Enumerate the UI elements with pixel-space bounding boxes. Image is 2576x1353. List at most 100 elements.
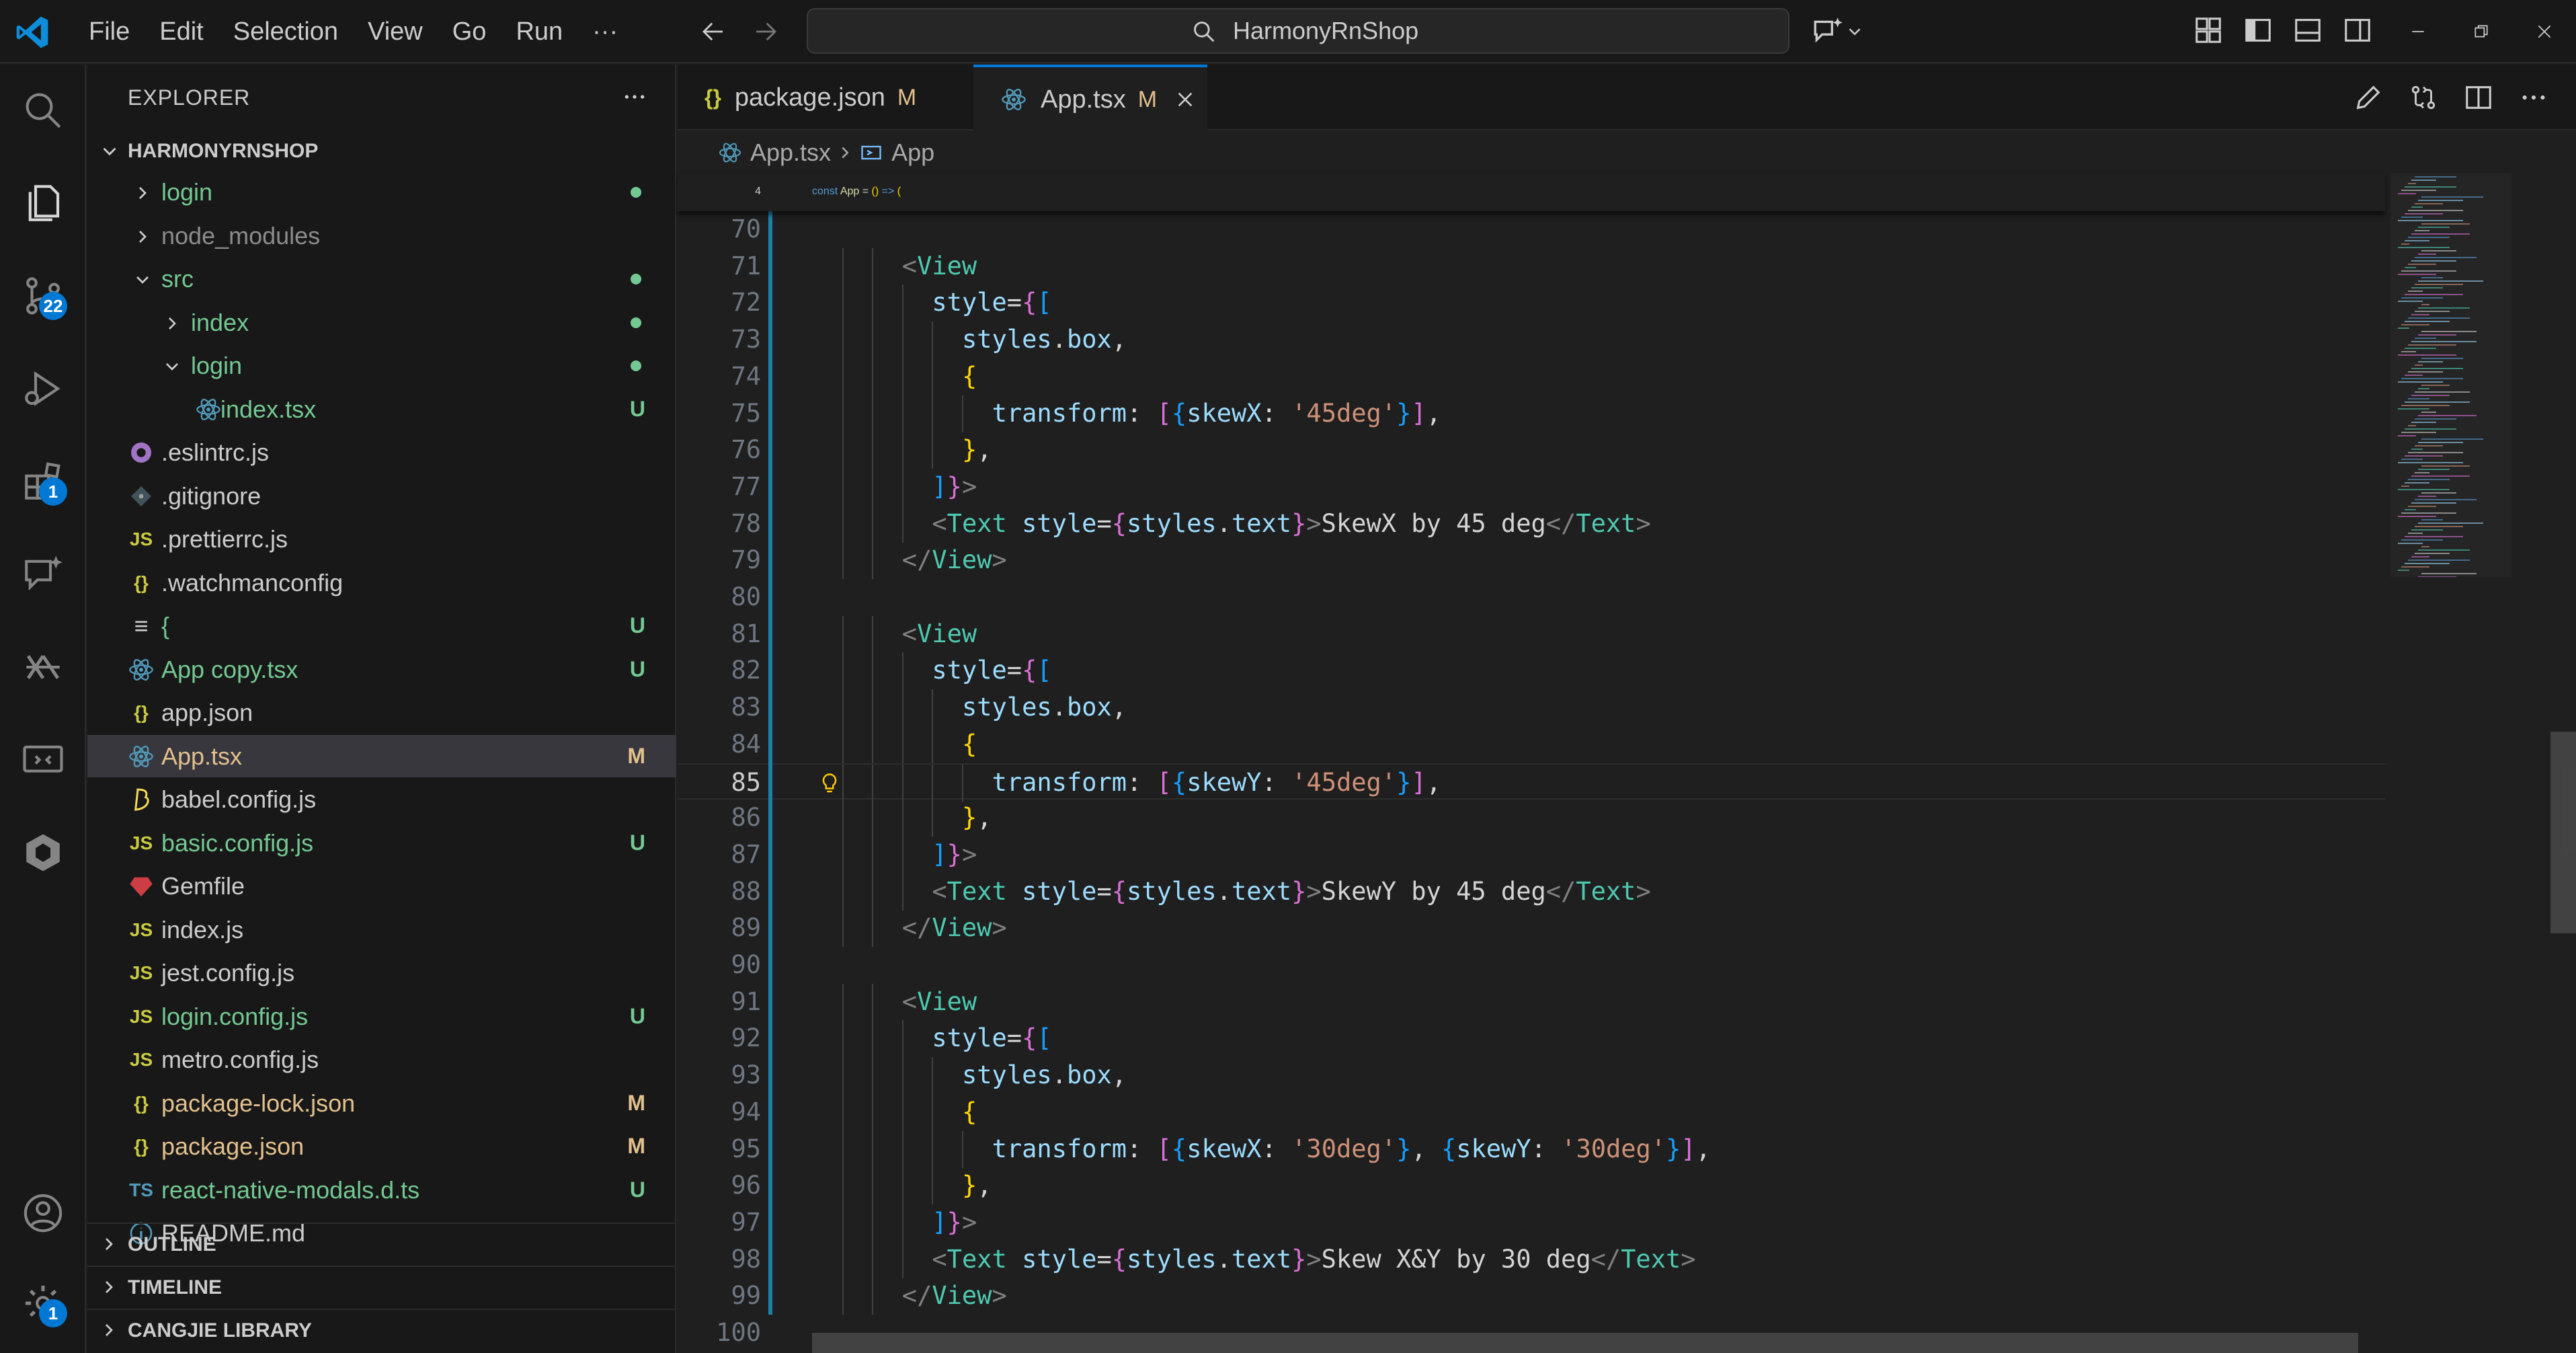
tree-file[interactable]: {} app.json — [87, 691, 676, 734]
menu-edit[interactable]: Edit — [145, 0, 218, 63]
pencil-edit-icon[interactable] — [2353, 82, 2384, 113]
sticky-scroll-line[interactable]: 4 const App = () => ( — [678, 173, 2385, 211]
menu-selection[interactable]: Selection — [218, 0, 353, 63]
explorer-more-actions[interactable] — [621, 83, 648, 110]
close-tab-button[interactable] — [1174, 89, 1196, 110]
tree-file[interactable]: JS jest.config.js — [87, 952, 676, 994]
tree-file[interactable]: {} package-lock.json M — [87, 1082, 676, 1124]
tab-app-tsx[interactable]: App.tsx M — [973, 65, 1207, 132]
workspace-root-header[interactable]: HARMONYRNSHOP — [87, 132, 676, 171]
search-view-button[interactable] — [17, 85, 69, 136]
code-line[interactable]: 76}, — [678, 432, 2385, 469]
code-line[interactable]: 89 </View> — [678, 910, 2385, 948]
extensions-view-button[interactable]: 1 — [17, 456, 69, 507]
tree-folder[interactable]: index — [87, 301, 676, 344]
tree-file[interactable]: Gemfile — [87, 865, 676, 907]
code-line[interactable]: 81 <View — [678, 615, 2385, 653]
manage-settings-button[interactable]: 1 — [17, 1278, 69, 1329]
open-changes-icon[interactable] — [2408, 82, 2439, 113]
timeline-section[interactable]: TIMELINE — [87, 1266, 676, 1307]
tree-file[interactable]: JS basic.config.js U — [87, 822, 676, 864]
tree-file[interactable]: babel.config.js — [87, 778, 676, 820]
vertical-scrollbar-thumb[interactable] — [2550, 732, 2576, 933]
chat-view-button[interactable] — [17, 549, 69, 600]
code-line[interactable]: 83 styles.box, — [678, 689, 2385, 727]
breadcrumb-symbol[interactable]: App — [891, 132, 934, 173]
tree-file[interactable]: App copy.tsx U — [87, 648, 676, 691]
tree-file[interactable]: JS index.js — [87, 909, 676, 951]
menu-go[interactable]: Go — [438, 0, 501, 63]
tree-file[interactable]: index.tsx U — [87, 388, 676, 430]
ellipsis-icon[interactable] — [2518, 82, 2549, 113]
tree-file[interactable]: JS .prettierrc.js — [87, 518, 676, 560]
code-editor[interactable]: 70 71 <View 72 style={[73 styles.box, 74 {75 tra… — [678, 173, 2385, 1353]
minimize-button[interactable] — [2386, 0, 2450, 63]
tree-file[interactable]: {} package.json M — [87, 1125, 676, 1167]
minimap-slider[interactable] — [2390, 173, 2511, 577]
cangjie-view-button[interactable] — [17, 827, 69, 878]
tree-folder[interactable]: login — [87, 344, 676, 387]
tree-file[interactable]: .eslintrc.js — [87, 431, 676, 473]
tree-file[interactable]: TS react-native-modals.d.ts U — [87, 1169, 676, 1211]
menu-more[interactable]: ··· — [577, 0, 633, 63]
tree-folder[interactable]: src — [87, 258, 676, 300]
lightbulb-icon[interactable] — [817, 771, 842, 796]
code-line[interactable]: 72 style={[ — [678, 284, 2385, 322]
remote-explorer-view-button[interactable] — [17, 734, 69, 785]
code-line[interactable]: 80 — [678, 579, 2385, 616]
code-line[interactable]: 73 styles.box, — [678, 321, 2385, 359]
close-window-button[interactable] — [2513, 0, 2576, 63]
code-line[interactable]: 95 transform: [{skewX: '30deg'}, {skewY: … — [678, 1130, 2385, 1168]
code-line[interactable]: 78 <Text style={styles.text}>SkewX by 45 … — [678, 505, 2385, 543]
code-line[interactable]: 84 { — [678, 726, 2385, 763]
code-line[interactable]: 92 style={[ — [678, 1020, 2385, 1058]
code-line[interactable]: 90 — [678, 947, 2385, 984]
tree-file[interactable]: JS login.config.js U — [87, 995, 676, 1038]
cangjie-library-section[interactable]: CANGJIE LIBRARY — [87, 1309, 676, 1350]
vertical-scrollbar[interactable] — [2549, 173, 2576, 1353]
tree-file[interactable]: JS metro.config.js — [87, 1038, 676, 1081]
menu-view[interactable]: View — [353, 0, 438, 63]
code-line[interactable]: 91 <View — [678, 983, 2385, 1021]
outline-section[interactable]: OUTLINE — [87, 1223, 676, 1264]
code-line[interactable]: 70 — [678, 211, 2385, 248]
code-line[interactable]: 86}, — [678, 800, 2385, 837]
copilot-chat-button[interactable] — [1811, 15, 1865, 48]
tree-folder[interactable]: node_modules — [87, 215, 676, 257]
toggle-secondary-sidebar-icon[interactable] — [2342, 15, 2373, 46]
menu-run[interactable]: Run — [501, 0, 577, 63]
code-line[interactable]: 71 <View — [678, 247, 2385, 285]
code-line[interactable]: 79 </View> — [678, 542, 2385, 580]
split-editor-icon[interactable] — [2463, 82, 2494, 113]
customize-layout-icon[interactable] — [2193, 15, 2224, 46]
breadcrumb-file[interactable]: App.tsx — [750, 132, 831, 173]
code-line[interactable]: 87]}> — [678, 836, 2385, 874]
run-debug-view-button[interactable] — [17, 363, 69, 414]
menu-file[interactable]: File — [74, 0, 145, 63]
code-line[interactable]: 85 transform: [{skewY: '45deg'}], — [678, 763, 2385, 802]
code-line[interactable]: 99 </View> — [678, 1278, 2385, 1315]
toggle-primary-sidebar-icon[interactable] — [2243, 15, 2273, 46]
accounts-button[interactable] — [17, 1188, 69, 1239]
code-line[interactable]: 75 transform: [{skewX: '45deg'}], — [678, 395, 2385, 432]
code-line[interactable]: 82 style={[ — [678, 652, 2385, 690]
tree-file[interactable]: ≡ {U — [87, 605, 676, 647]
tab-package-json[interactable]: {} package.json M — [678, 65, 967, 130]
code-line[interactable]: 94 { — [678, 1093, 2385, 1131]
arkts-view-button[interactable] — [17, 642, 69, 693]
toggle-panel-icon[interactable] — [2292, 15, 2323, 46]
source-control-view-button[interactable]: 22 — [17, 270, 69, 321]
horizontal-scrollbar[interactable] — [812, 1333, 2358, 1353]
restore-button[interactable] — [2450, 0, 2513, 63]
tree-file[interactable]: App.tsx M — [87, 734, 676, 777]
forward-arrow-icon[interactable] — [752, 17, 780, 46]
code-line[interactable]: 97]}> — [678, 1204, 2385, 1241]
code-line[interactable]: 93 styles.box, — [678, 1057, 2385, 1095]
code-line[interactable]: 96}, — [678, 1167, 2385, 1205]
tree-file[interactable]: .gitignore — [87, 475, 676, 517]
code-line[interactable]: 77]}> — [678, 468, 2385, 506]
code-line[interactable]: 88 <Text style={styles.text}>SkewY by 45 … — [678, 873, 2385, 911]
back-arrow-icon[interactable] — [699, 17, 727, 46]
code-line[interactable]: 98 <Text style={styles.text}>Skew X&Y by … — [678, 1241, 2385, 1278]
tree-file[interactable]: {} .watchmanconfig — [87, 562, 676, 604]
